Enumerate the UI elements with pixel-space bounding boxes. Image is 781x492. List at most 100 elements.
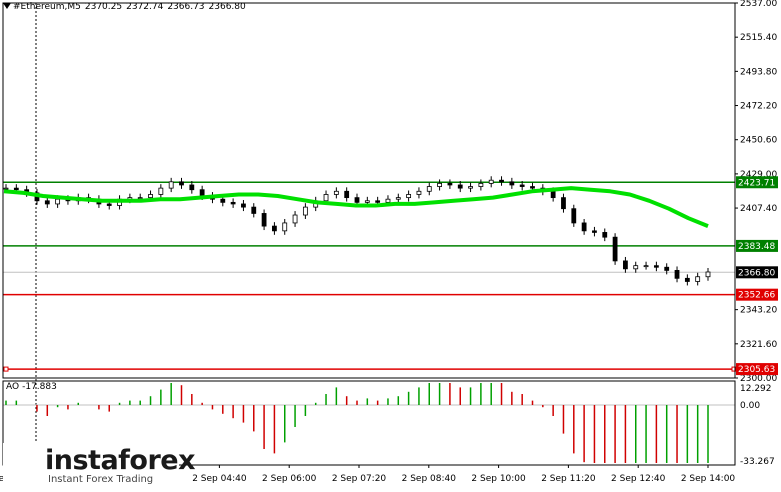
candle-body [189, 184, 195, 191]
candle-body [148, 194, 153, 199]
candle-body [530, 186, 535, 189]
ao-tick-label: -33.267 [740, 457, 775, 467]
candle-body [457, 184, 463, 189]
candle-body [664, 266, 670, 271]
candle-body [550, 190, 556, 199]
symbol-close: 2366.80 [208, 2, 246, 12]
candle-body [426, 186, 432, 192]
candle-body [282, 222, 288, 232]
time-tick-label: 2 Sep 10:00 [471, 474, 526, 484]
price-tick-label: 2300.00 [740, 374, 777, 384]
candle-body [633, 265, 639, 270]
chart-window[interactable]: 2537.00 2515.40 2493.80 2472.20 2450.60 2429.… [0, 0, 781, 489]
candle-body [333, 190, 339, 195]
candle-body [509, 181, 515, 186]
ao-tick-label: 12.292 [740, 384, 772, 394]
candle-body [499, 179, 504, 183]
candle-body [44, 200, 50, 205]
candle-body [261, 213, 267, 227]
candle-body [612, 236, 618, 262]
ao-value: -17.883 [22, 382, 57, 392]
time-tick-label: 2 Sep 07:20 [332, 474, 387, 484]
axes: 2537.002515.402493.802472.202450.602429.… [0, 0, 777, 484]
brand-logo: instaforex Instant Forex Trading [3, 443, 196, 487]
candle-body [488, 179, 494, 184]
ao-title: AO [6, 382, 20, 392]
candle-body [416, 190, 422, 195]
candle-body [385, 198, 391, 203]
candle-body [220, 198, 226, 203]
candle-body [55, 198, 61, 205]
logo-name: instaforex [45, 445, 196, 476]
symbol-header: #Ethereum,M5 2370.25 2372.74 2366.73 2366.80 [3, 2, 250, 12]
candle-body [447, 182, 453, 186]
time-tick-label: 2 Sep 14:00 [681, 474, 736, 484]
candle-body [158, 187, 164, 195]
time-tick-label: 2 Sep 08:40 [402, 474, 457, 484]
level-tag-label: 2305.63 [738, 365, 775, 375]
level-tag-label: 2423.71 [738, 178, 775, 188]
time-tick-label: 2 Sep 11:20 [541, 474, 596, 484]
price-tick-label: 2407.40 [740, 204, 777, 214]
candle-body [3, 187, 9, 190]
candle-body [179, 181, 184, 186]
candle-body [395, 197, 401, 200]
candle-body [581, 222, 587, 232]
chart-canvas[interactable]: 2537.002515.402493.802472.202450.602429.… [0, 0, 781, 489]
price-tick-label: 2537.00 [740, 0, 777, 9]
symbol-low: 2366.73 [167, 2, 205, 12]
symbol-open: 2370.25 [84, 2, 123, 12]
candle-body [106, 203, 112, 206]
candle-body [592, 230, 597, 233]
candle-body [561, 197, 566, 210]
candle-body [468, 186, 473, 189]
candle-body [623, 260, 628, 270]
time-tick-label: 2 Sep 06:00 [262, 474, 317, 484]
candle-body [272, 225, 277, 232]
candle-body [364, 200, 370, 203]
candle-body [344, 190, 350, 199]
candle-body [643, 265, 649, 268]
candle-body [375, 200, 381, 203]
horizontal-levels [3, 181, 737, 372]
candle-body [323, 194, 329, 202]
candle-body [653, 265, 659, 268]
ao-header: AO -17.883 [6, 382, 60, 392]
candle-body [230, 201, 236, 205]
candle-body [437, 182, 442, 187]
candle-body [602, 232, 608, 238]
price-tick-label: 2472.20 [740, 102, 777, 112]
candle-body [571, 208, 577, 224]
time-tick-label: 2 Sep 04:40 [192, 474, 247, 484]
price-tick-label: 2493.80 [740, 67, 777, 77]
price-tick-label: 2343.20 [740, 306, 777, 316]
price-pane-frame [2, 2, 736, 379]
candle-body [168, 181, 174, 189]
price-tick-label: 2321.60 [740, 340, 777, 350]
collapse-arrow-icon[interactable] [3, 3, 11, 9]
candle-body [695, 276, 701, 282]
logo-tagline: Instant Forex Trading [48, 474, 154, 485]
price-tick-label: 2450.60 [740, 136, 777, 146]
symbol-high: 2372.74 [126, 2, 164, 12]
candle-body [354, 197, 360, 203]
candle-body [241, 203, 246, 208]
symbol-name: #Ethereum,M5 [13, 2, 81, 12]
price-tick-label: 2515.40 [740, 33, 777, 43]
candle-body [478, 182, 484, 187]
candle-body [199, 189, 205, 197]
candle-body [137, 197, 143, 200]
candle-body [251, 206, 257, 214]
candle-body [684, 277, 690, 282]
current-price-label: 2366.80 [738, 268, 775, 278]
time-tick-label: 2 Sep 12:40 [611, 474, 666, 484]
level-anchor-marker [3, 366, 9, 372]
candle-body [519, 184, 525, 187]
candle-body [406, 194, 412, 199]
candle-body [13, 187, 19, 191]
candle-body [705, 271, 711, 278]
level-tag-label: 2352.66 [738, 291, 775, 301]
candle-body [292, 214, 298, 224]
ao-tick-label: 0.00 [740, 401, 760, 411]
candle-body [674, 270, 680, 279]
